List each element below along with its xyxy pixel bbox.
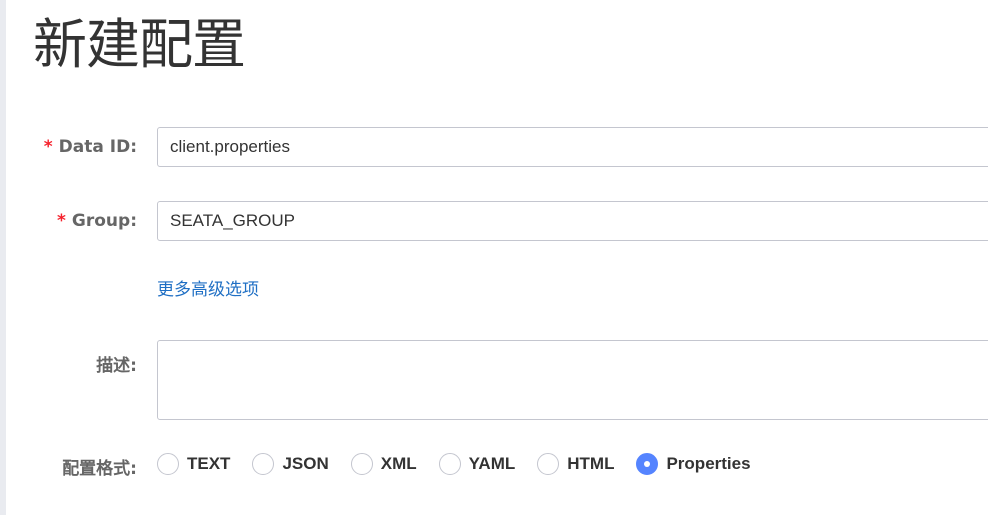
group-label-text: Group: bbox=[71, 211, 137, 231]
radio-button-selected[interactable] bbox=[636, 453, 659, 475]
radio-label: HTML bbox=[567, 454, 615, 473]
page-title: 新建配置 bbox=[33, 13, 246, 76]
radio-button[interactable] bbox=[157, 453, 179, 475]
data-id-input[interactable] bbox=[157, 127, 988, 167]
format-label: 配置格式: bbox=[62, 459, 137, 479]
group-label: * Group: bbox=[57, 211, 137, 231]
radio-option-text[interactable]: TEXT bbox=[157, 453, 230, 475]
radio-option-properties[interactable]: Properties bbox=[636, 453, 751, 475]
advanced-options-link[interactable]: 更多高级选项 bbox=[157, 275, 259, 300]
data-id-label: * Data ID: bbox=[44, 137, 137, 157]
radio-label: XML bbox=[380, 454, 417, 473]
radio-label: JSON bbox=[282, 454, 329, 473]
radio-button[interactable] bbox=[350, 453, 373, 475]
description-label: 描述: bbox=[96, 356, 137, 376]
format-radio-group: TEXT JSON XML YAML HTML Properties bbox=[157, 451, 751, 477]
left-rail bbox=[0, 0, 6, 515]
radio-label: YAML bbox=[468, 454, 516, 473]
data-id-label-text: Data ID: bbox=[58, 137, 137, 157]
radio-option-json[interactable]: JSON bbox=[252, 453, 329, 475]
radio-button[interactable] bbox=[537, 453, 560, 475]
radio-label: TEXT bbox=[187, 454, 231, 473]
radio-option-xml[interactable]: XML bbox=[350, 453, 417, 475]
radio-button[interactable] bbox=[438, 453, 461, 475]
group-input[interactable] bbox=[157, 201, 988, 241]
required-mark: * bbox=[57, 211, 66, 231]
radio-button[interactable] bbox=[252, 453, 275, 475]
radio-option-html[interactable]: HTML bbox=[537, 453, 614, 475]
radio-option-yaml[interactable]: YAML bbox=[438, 453, 516, 475]
required-mark: * bbox=[43, 137, 53, 157]
new-config-page: 新建配置 *Data ID: *Group: 更多高级选项 描述: 配置格式: … bbox=[0, 0, 988, 515]
description-textarea[interactable] bbox=[157, 340, 988, 420]
radio-label: Properties bbox=[666, 454, 751, 473]
